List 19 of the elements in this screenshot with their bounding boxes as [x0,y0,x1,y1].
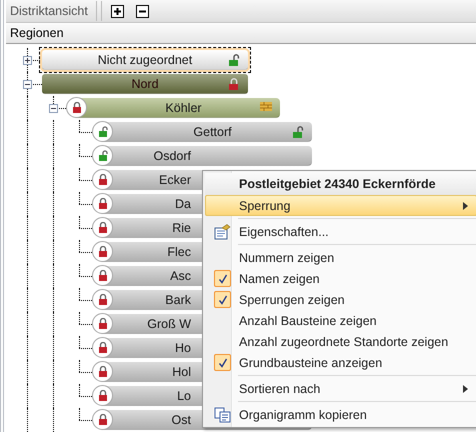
node-label: Ost [172,412,191,426]
node-label: Nord [131,76,159,90]
column-header: Regionen [6,23,476,44]
node-label: Nicht zugeordnet [98,52,192,66]
node-label: Ho [175,340,191,354]
menu-title: Postleitgebiet 24340 Eckernförde [205,173,476,195]
panel-title: Distriktansicht [10,4,88,18]
node-label: Gettorf [193,124,232,138]
node-label: Ecker [159,172,191,186]
node-label: Asc [170,268,191,282]
node-label: Da [175,196,191,210]
node-label: Lo [177,388,191,402]
node-label: Bark [165,292,191,306]
node-label: Hol [172,364,191,378]
node-label: Osdorf [153,148,191,162]
node-label: Köhler [165,100,202,114]
node-label: Groß W [147,316,191,330]
node-label: Rie [172,220,191,234]
node-label: Flec [167,244,191,258]
